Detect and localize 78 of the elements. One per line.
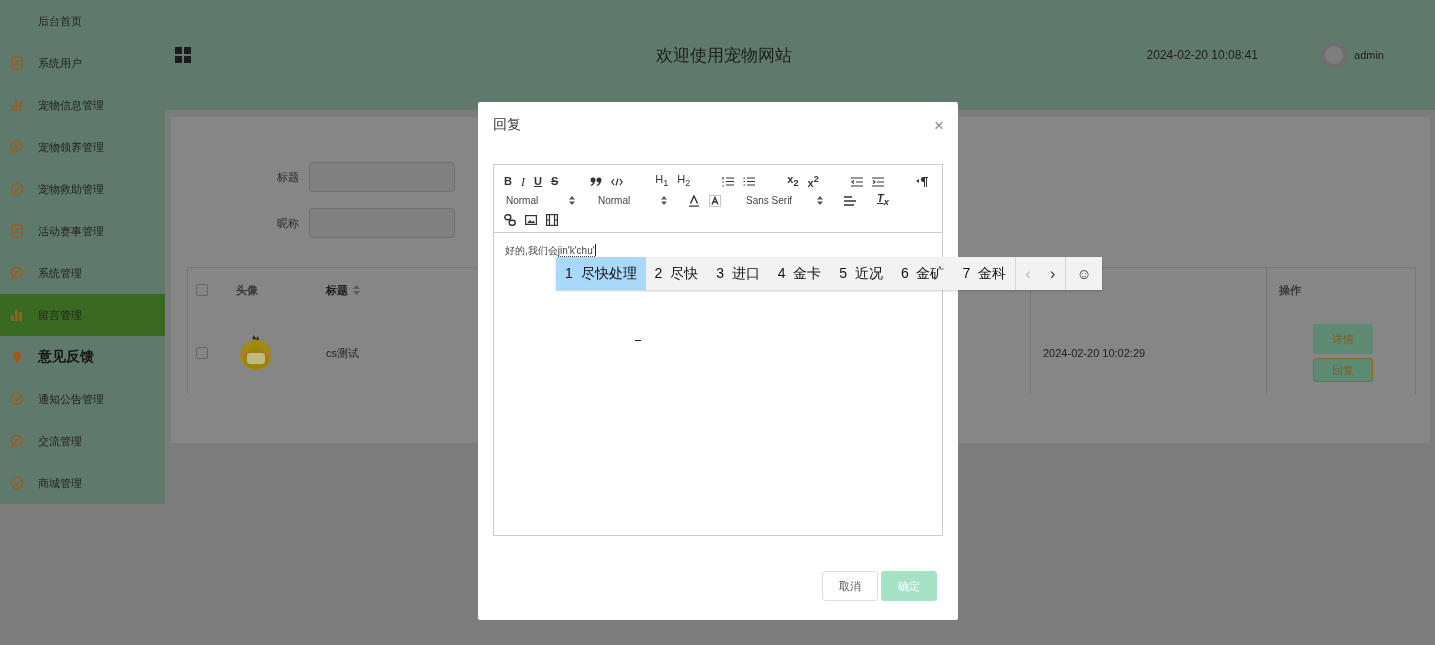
ime-candidate[interactable]: 2 尽快 <box>645 257 708 290</box>
link-icon[interactable] <box>504 213 516 226</box>
dropdown-icon[interactable] <box>569 196 575 205</box>
menu-icon <box>10 98 24 112</box>
outdent-icon[interactable] <box>850 176 863 187</box>
header-select[interactable]: Normal <box>506 195 560 206</box>
sidebar-item[interactable]: 后台首页 <box>0 0 165 42</box>
input-field[interactable] <box>309 208 455 238</box>
clear-format-button[interactable]: T$_{x}$ <box>877 193 889 208</box>
background-color-icon[interactable] <box>709 194 721 207</box>
ime-candidate[interactable]: 4 金卡 <box>768 257 831 290</box>
cursor-mark <box>635 340 641 341</box>
cancel-button[interactable]: 取消 <box>822 571 878 601</box>
dropdown-icon[interactable] <box>817 196 823 205</box>
menu-icon <box>10 476 24 490</box>
heading-two-button[interactable]: H$_{2}$ <box>677 174 691 189</box>
quote-icon[interactable] <box>590 176 603 187</box>
column-header: 操作 <box>1279 282 1301 298</box>
sidebar-item[interactable]: 通知公告管理 <box>0 378 165 420</box>
table-cell: cs测试 <box>326 345 359 361</box>
sidebar-item[interactable]: 系统管理 <box>0 252 165 294</box>
sidebar-item[interactable]: 宠物领养管理 <box>0 126 165 168</box>
sidebar-item[interactable]: 宠物救助管理 <box>0 168 165 210</box>
ime-candidate[interactable]: 1 尽快处理 <box>556 257 646 290</box>
text-direction-icon[interactable] <box>915 176 928 187</box>
text-color-icon[interactable] <box>688 194 700 207</box>
dialog-title: 回复 <box>493 116 521 134</box>
ime-candidate[interactable]: 5 近况 <box>830 257 892 290</box>
field-label: 昵称 <box>276 215 299 231</box>
ordered-list-icon[interactable] <box>722 176 735 187</box>
site-title: 欢迎使用宠物网站 <box>654 44 793 67</box>
row-checkbox[interactable] <box>196 347 208 359</box>
next-page-button[interactable]: › <box>1040 257 1066 290</box>
menu-icon <box>10 434 24 448</box>
menu-icon <box>10 392 24 406</box>
sidebar-item[interactable]: 商城管理 <box>0 462 165 504</box>
clock-time: 2024-02-20 10:08:41 <box>1146 48 1259 62</box>
user-name[interactable]: admin <box>1354 49 1384 61</box>
superscript-button[interactable]: x$^{2}$ <box>807 174 819 189</box>
ime-candidate[interactable]: 3 进口 <box>707 257 769 290</box>
video-icon[interactable] <box>546 213 558 226</box>
close-button[interactable]: × <box>934 116 944 134</box>
menu-icon <box>10 308 24 322</box>
menu-icon <box>10 266 24 280</box>
input-field[interactable] <box>309 162 455 192</box>
menu-icon <box>10 56 24 70</box>
sidebar-item[interactable]: 意见反馈 <box>0 336 165 378</box>
underline-button[interactable]: U <box>533 176 542 187</box>
ime-candidate[interactable]: 7 金科 <box>953 257 1016 290</box>
sidebar-item[interactable]: 宠物信息管理 <box>0 84 165 126</box>
heading-one-button[interactable]: H$_{1}$ <box>655 174 669 189</box>
text-caret <box>594 243 596 256</box>
bullet-list-icon[interactable] <box>743 176 756 187</box>
code-icon[interactable] <box>611 176 624 187</box>
table-cell: 2024-02-20 10:02:29 <box>1043 347 1146 359</box>
indent-icon[interactable] <box>871 176 884 187</box>
column-header[interactable]: 标题 <box>326 282 348 298</box>
menu-icon <box>10 224 24 238</box>
emoji-button[interactable]: ☺ <box>1065 257 1103 290</box>
dropdown-icon[interactable] <box>661 196 667 205</box>
bold-button[interactable]: B <box>504 176 512 187</box>
align-icon[interactable] <box>844 195 856 206</box>
size-select[interactable]: Normal <box>598 195 652 206</box>
select-all-checkbox[interactable] <box>196 284 208 296</box>
sidebar-item[interactable]: 活动赛事管理 <box>0 210 165 252</box>
sidebar-item[interactable]: 交流管理 <box>0 420 165 462</box>
menu-icon <box>10 140 24 154</box>
font-select[interactable]: Sans Serif <box>746 195 808 206</box>
image-icon[interactable] <box>525 214 537 225</box>
column-header: 头像 <box>236 282 258 298</box>
menu-icon[interactable] <box>175 47 191 63</box>
subscript-button[interactable]: x$_{2}$ <box>787 174 799 189</box>
strikethrough-button[interactable]: S <box>550 176 559 187</box>
field-label: 标题 <box>276 169 299 185</box>
menu-icon <box>10 182 24 196</box>
sidebar-item[interactable]: 系统用户 <box>0 42 165 84</box>
italic-button[interactable]: I <box>520 175 525 188</box>
menu-icon <box>10 350 24 364</box>
